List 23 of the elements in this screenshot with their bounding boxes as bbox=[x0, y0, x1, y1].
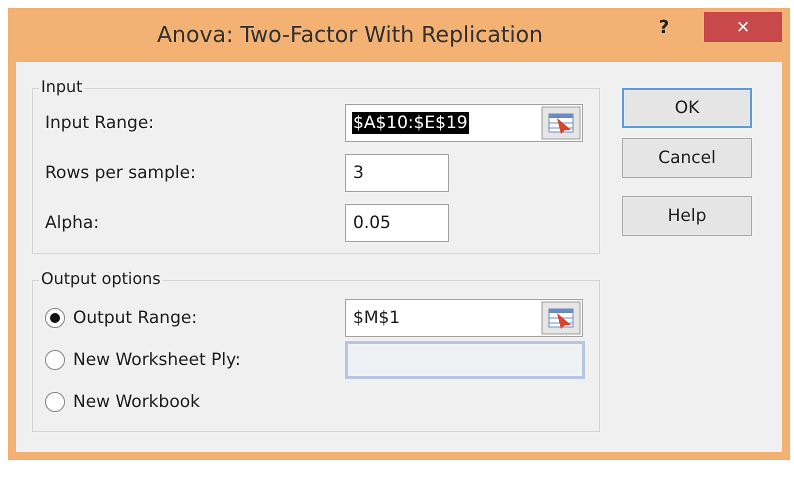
dialog-button[interactable]: OK bbox=[622, 88, 752, 128]
text-field[interactable]: 0.05 bbox=[345, 204, 449, 242]
radio-label[interactable]: New Worksheet Ply: bbox=[73, 350, 241, 370]
field-label: Input Range: bbox=[45, 113, 156, 133]
range-picker-icon[interactable] bbox=[541, 301, 581, 335]
group-label: Input bbox=[39, 77, 84, 96]
text-field[interactable]: 3 bbox=[345, 154, 449, 192]
group-label: Output options bbox=[39, 269, 163, 288]
dialog-button[interactable]: Cancel bbox=[622, 138, 752, 178]
radio-button[interactable] bbox=[45, 308, 65, 328]
radio-button[interactable] bbox=[45, 392, 65, 412]
range-picker-icon[interactable] bbox=[541, 106, 581, 140]
window-title: Anova: Two-Factor With Replication bbox=[156, 22, 544, 48]
range-field[interactable]: $M$1 bbox=[345, 299, 583, 337]
range-field[interactable]: $A$10:$E$19 bbox=[345, 104, 583, 142]
radio-label[interactable]: Output Range: bbox=[73, 308, 198, 328]
field-label: Rows per sample: bbox=[45, 163, 197, 183]
radio-label[interactable]: New Workbook bbox=[73, 392, 200, 412]
help-button[interactable]: ? bbox=[644, 16, 684, 38]
close-button[interactable]: × bbox=[704, 12, 782, 42]
dialog-button[interactable]: Help bbox=[622, 196, 752, 236]
field-label: Alpha: bbox=[45, 213, 100, 233]
radio-button[interactable] bbox=[45, 350, 65, 370]
